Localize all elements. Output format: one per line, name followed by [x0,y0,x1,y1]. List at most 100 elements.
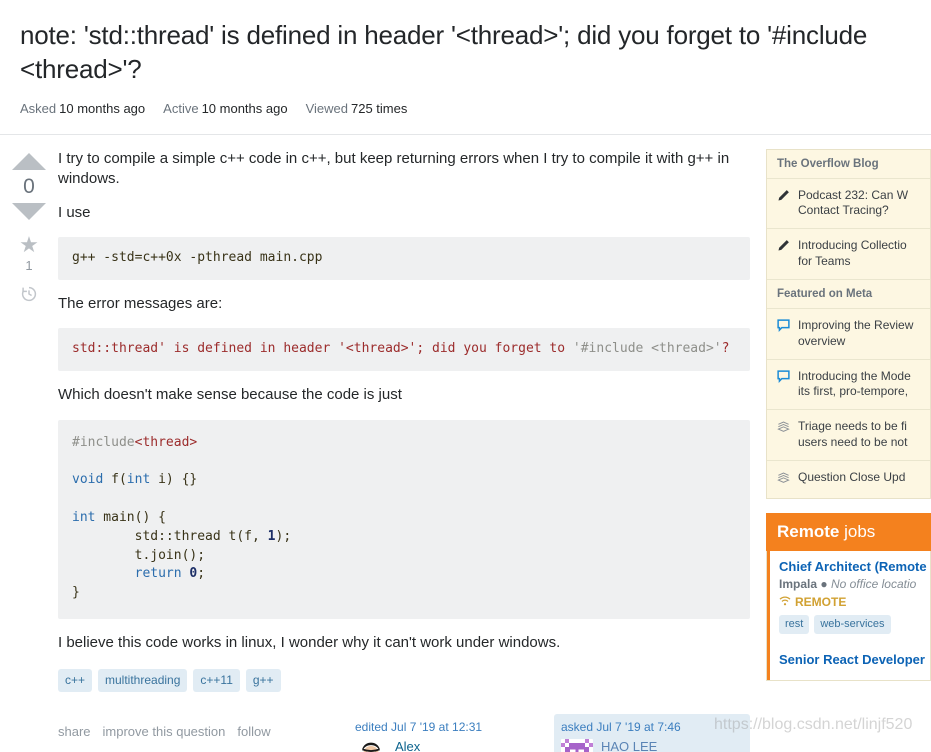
community-bulletin-module: The Overflow Blog Podcast 232: Can W Cont… [766,148,931,499]
user-name[interactable]: HAO LEE [601,739,657,752]
favorite-count: 1 [25,257,33,273]
share-link[interactable]: share [58,724,91,739]
blog-item-1[interactable]: Introducing Collectio for Teams [767,229,930,280]
blog-item-0-text[interactable]: Podcast 232: Can W Contact Tracing? [798,188,908,220]
stackoverflow-question-page: note: 'std::thread' is defined in header… [0,0,931,752]
meta-item-0[interactable]: Improving the Review overview [767,309,930,360]
pencil-icon [777,238,791,270]
tag-cpp[interactable]: c++ [58,669,93,693]
asked-timestamp[interactable]: asked Jul 7 '19 at 7:46 [561,720,743,734]
favorite-star-icon[interactable]: ★ [19,233,39,256]
stat-active-value: 10 months ago [201,100,288,116]
meta-item-1[interactable]: Introducing the Mode its first, pro-tempo… [767,360,930,411]
question-stats: Asked 10 months ago Active 10 months ago V… [20,101,911,126]
job-tag-list: rest web-services [779,614,920,634]
code-block-error-message: std::thread' is defined in header '<thre… [58,328,750,372]
code-return-end: ; [197,566,206,582]
vote-cell: 0 ★ 1 [0,149,58,752]
code-error-text: std::thread' is defined in header '<thre… [72,341,729,356]
downvote-button[interactable] [12,202,46,220]
code-block-compile-command: g++ -std=c++0x -pthread main.cpp [58,237,750,281]
meta-item-1-line2: its first, pro-tempore, [798,384,909,399]
post-actions: share improve this question follow [58,714,348,739]
meta-item-0-line2: overview [798,333,846,348]
stat-viewed-value: 725 times [350,100,408,116]
code-main-decl: main() { [95,509,166,525]
meta-item-2-line1: Triage needs to be fi [798,419,907,434]
code-thread-line-end: ); [275,528,292,544]
history-icon[interactable] [20,285,38,308]
blog-item-0-line2: Contact Tracing? [798,203,889,218]
job-location: No office locatio [830,576,917,591]
avatar[interactable] [355,739,387,752]
code-fn-body: i) {} [150,472,198,488]
tag-list: c++ multithreading c++11 g++ [58,669,750,693]
code-return-keyword: return [72,566,182,582]
upvote-button[interactable] [12,152,46,170]
code-closing-brace: } [72,585,80,601]
code-include-directive: #include [72,434,135,450]
job-meta: Impala ● No office locatio [779,577,920,591]
jobs-module: Remote jobs Chief Architect (Remote Impa… [766,512,931,681]
jobs-header-rest: jobs [839,521,876,541]
job-company: Impala [779,576,818,591]
edited-timestamp[interactable]: edited Jul 7 '19 at 12:31 [355,720,537,734]
job-listing-0[interactable]: Chief Architect (Remote Impala ● No offi… [767,550,930,644]
speech-bubble-icon [777,318,791,350]
question-header: note: 'std::thread' is defined in header… [0,0,931,135]
jobs-header-bold: Remote [777,521,840,541]
avatar[interactable] [561,739,593,752]
meta-item-3[interactable]: Question Close Upd [767,461,930,498]
improve-question-link[interactable]: improve this question [103,724,226,739]
follow-link[interactable]: follow [237,724,270,739]
post-paragraph-5: I believe this code works in linux, I wo… [58,634,561,652]
meta-item-2[interactable]: Triage needs to be fi users need to be no… [767,410,930,461]
blog-item-0-line1: Podcast 232: Can W [798,187,909,202]
tag-multithreading[interactable]: multithreading [98,669,188,693]
job-tag-rest[interactable]: rest [779,614,810,634]
signature-edited: edited Jul 7 '19 at 12:31 Alex [348,714,544,752]
post-paragraph-1: I try to compile a simple c++ code in c+… [58,149,730,187]
stat-asked: Asked 10 months ago [20,101,145,116]
job-listing-1[interactable]: Senior React Developer [767,643,930,680]
sidebar: The Overflow Blog Podcast 232: Can W Cont… [766,148,931,681]
code-thread-line: std::thread t(f, [72,528,268,544]
meta-module-header: Featured on Meta [767,280,930,309]
blog-item-0[interactable]: Podcast 232: Can W Contact Tracing? [767,179,930,230]
code-int-keyword-1: int [126,472,151,488]
tag-cpp11[interactable]: c++11 [193,669,240,693]
code-error-part-a: std::thread' is defined in header '<thre… [72,341,573,357]
blog-item-1-line2: for Teams [798,254,851,269]
code-error-part-b: '#include <thread>' [572,341,722,357]
tag-gpp[interactable]: g++ [245,669,281,693]
meta-item-1-text[interactable]: Introducing the Mode its first, pro-tempo… [798,369,911,401]
location-pin-icon: ● [820,576,828,591]
jobs-list: Chief Architect (Remote Impala ● No offi… [766,550,931,681]
question-post: 0 ★ 1 I try to compile a simple c++ code… [0,135,766,752]
edited-user-row: Alex 8,443 11 41 74 [355,739,537,752]
blog-item-1-text[interactable]: Introducing Collectio for Teams [798,238,907,270]
job-tag-web-services[interactable]: web-services [814,614,891,634]
code-join-line: t.join(); [72,547,206,563]
meta-item-2-text[interactable]: Triage needs to be fi users need to be no… [798,419,907,451]
jobs-module-header: Remote jobs [766,512,931,551]
post-paragraph-3: The error messages are: [58,295,223,313]
code-thread-arg: 1 [267,528,276,544]
job-remote-badge: REMOTE [779,595,920,609]
post-body: I try to compile a simple c++ code in c+… [58,149,766,752]
meta-item-0-text[interactable]: Improving the Review overview [798,318,913,350]
code-fn-decl: f( [103,472,127,488]
page-title: note: 'std::thread' is defined in header… [20,20,868,85]
meta-item-3-text[interactable]: Question Close Upd [798,470,905,489]
job-title[interactable]: Senior React Developer [779,652,925,667]
stat-viewed: Viewed 725 times [306,101,408,116]
post-paragraph-4: Which doesn't make sense because the cod… [58,386,402,404]
job-title[interactable]: Chief Architect (Remote [779,559,927,574]
code-int-keyword-2: int [72,509,96,525]
post-footer: share improve this question follow edite… [58,714,750,752]
stat-asked-value: 10 months ago [59,100,146,116]
asked-user-info: HAO LEE 27 5 [601,739,657,752]
code-compile-text: g++ -std=c++0x -pthread main.cpp [72,250,323,266]
stat-viewed-label: Viewed [305,100,348,116]
user-name[interactable]: Alex [395,739,500,752]
